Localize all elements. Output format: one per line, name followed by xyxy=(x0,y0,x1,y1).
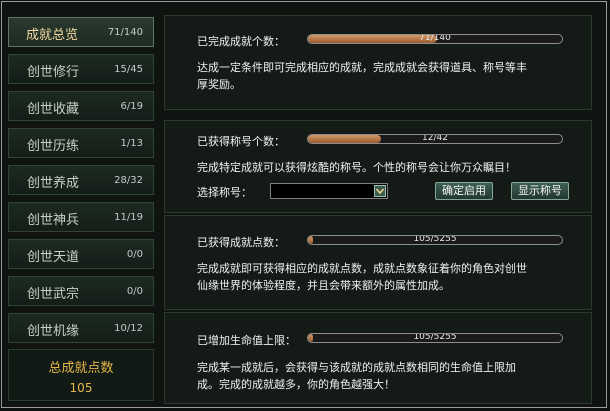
achievements-panel: 已完成成就个数： 71/140 达成一定条件即可完成相应的成就，完成成就会获得道… xyxy=(164,15,592,110)
progress-text: 71/140 xyxy=(419,34,451,43)
points-panel: 已获得成就点数： 105/5255 完成成就即可获得相应的成就点数，成就点数象征… xyxy=(164,215,592,310)
sidebar-item-label: 创世神兵 xyxy=(27,213,80,228)
sidebar-item-collection[interactable]: 创世收藏 6/19 xyxy=(8,91,154,121)
sidebar-item-label: 创世机缘 xyxy=(27,324,80,339)
total-points-value: 105 xyxy=(69,381,93,395)
sidebar-item-count: 71/140 xyxy=(107,27,143,38)
description-line: 完成成就即可获得相应的成就点数，成就点数象征着你的角色对创世 xyxy=(197,262,527,275)
total-points-box: 总成就点数 105 xyxy=(8,349,154,401)
title-select[interactable] xyxy=(270,183,388,199)
sidebar-item-count: 1/13 xyxy=(120,138,143,149)
panel-title: 已完成成就个数： xyxy=(197,35,285,48)
hp-progress-bar: 105/5255 xyxy=(307,333,563,343)
description-line: 仙缘世界的体验程度，并且会带来额外的属性加成。 xyxy=(197,279,450,292)
progress-text: 12/42 xyxy=(422,134,448,143)
progress-text: 105/5255 xyxy=(413,333,457,342)
sidebar-item-label: 创世天道 xyxy=(27,250,80,265)
sidebar-item-experience[interactable]: 创世历练 1/13 xyxy=(8,128,154,158)
confirm-title-button[interactable]: 确定启用 xyxy=(435,182,493,200)
sidebar-item-count: 10/12 xyxy=(114,323,143,334)
sidebar-item-count: 11/19 xyxy=(114,212,143,223)
sidebar-item-count: 6/19 xyxy=(120,101,143,112)
sidebar-item-nurture[interactable]: 创世养成 28/32 xyxy=(8,165,154,195)
sidebar-item-count: 0/0 xyxy=(126,249,143,260)
panel-description: 达成一定条件即可完成相应的成就，完成成就会获得道具、称号等丰 厚奖励。 xyxy=(197,59,577,93)
sidebar-item-martial-sect[interactable]: 创世武宗 0/0 xyxy=(8,276,154,306)
show-title-button[interactable]: 显示称号 xyxy=(511,182,569,200)
title-select-label: 选择称号： xyxy=(197,186,252,199)
sidebar-item-divine-weapon[interactable]: 创世神兵 11/19 xyxy=(8,202,154,232)
sidebar-item-label: 创世历练 xyxy=(27,139,80,154)
description-line: 成。完成的成就越多，你的角色越强大！ xyxy=(197,378,395,391)
hp-bonus-panel: 已增加生命值上限： 105/5255 完成某一成就后，会获得与该成就的成就点数相… xyxy=(164,312,592,404)
sidebar-item-overview[interactable]: 成就总览 71/140 xyxy=(8,17,154,47)
sidebar-item-label: 创世养成 xyxy=(27,176,80,191)
sidebar-item-label: 成就总览 xyxy=(26,28,79,43)
panel-title: 已增加生命值上限： xyxy=(197,334,296,347)
sidebar-item-fortune[interactable]: 创世机缘 10/12 xyxy=(8,313,154,343)
description-line: 完成某一成就后，会获得与该成就的成就点数相同的生命值上限加 xyxy=(197,361,516,374)
panel-description: 完成某一成就后，会获得与该成就的成就点数相同的生命值上限加 成。完成的成就越多，… xyxy=(197,359,577,393)
points-progress-bar: 105/5255 xyxy=(307,235,563,245)
sidebar-item-heavenly-dao[interactable]: 创世天道 0/0 xyxy=(8,239,154,269)
achievements-progress-bar: 71/140 xyxy=(307,34,563,44)
panel-title: 已获得成就点数： xyxy=(197,236,285,249)
sidebar-item-label: 创世收藏 xyxy=(27,102,80,117)
chevron-down-icon[interactable] xyxy=(374,185,386,197)
sidebar-item-count: 28/32 xyxy=(114,175,143,186)
panel-title: 已获得称号个数： xyxy=(197,135,285,148)
description-line: 达成一定条件即可完成相应的成就，完成成就会获得道具、称号等丰 xyxy=(197,61,527,74)
achievement-window: 成就总览 71/140 创世修行 15/45 创世收藏 6/19 创世历练 1/… xyxy=(1,1,607,408)
sidebar-item-label: 创世武宗 xyxy=(27,287,80,302)
panel-description: 完成特定成就可以获得炫酷的称号。个性的称号会让你万众瞩目！ xyxy=(197,161,516,174)
sidebar-item-count: 15/45 xyxy=(114,64,143,75)
sidebar-item-cultivation[interactable]: 创世修行 15/45 xyxy=(8,54,154,84)
sidebar-item-count: 0/0 xyxy=(126,286,143,297)
titles-progress-bar: 12/42 xyxy=(307,134,563,144)
sidebar: 成就总览 71/140 创世修行 15/45 创世收藏 6/19 创世历练 1/… xyxy=(8,17,154,350)
sidebar-item-label: 创世修行 xyxy=(27,65,80,80)
description-line: 厚奖励。 xyxy=(197,78,241,91)
total-points-label: 总成就点数 xyxy=(48,361,114,376)
panel-description: 完成成就即可获得相应的成就点数，成就点数象征着你的角色对创世 仙缘世界的体验程度… xyxy=(197,260,577,294)
titles-panel: 已获得称号个数： 12/42 完成特定成就可以获得炫酷的称号。个性的称号会让你万… xyxy=(164,120,592,213)
progress-text: 105/5255 xyxy=(413,235,457,244)
